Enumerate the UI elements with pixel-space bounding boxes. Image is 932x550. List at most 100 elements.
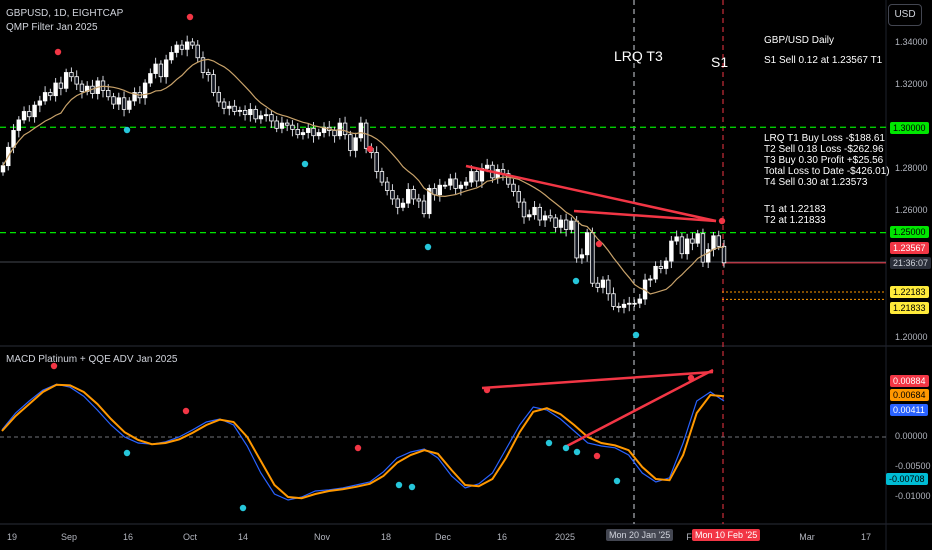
candle-bull <box>358 122 364 139</box>
s1-label: S1 <box>711 54 729 70</box>
candle-bear <box>390 190 395 200</box>
level-badge-1-25: 1.25000 <box>890 226 929 238</box>
trade-line-1: LRQ T1 Buy Loss -$188.61 <box>764 133 885 144</box>
candle-bull <box>153 63 158 74</box>
candle-bear <box>548 215 553 219</box>
buy-signal-dot <box>572 277 580 285</box>
trade-line-3: T3 Buy 0.30 Profit +$25.56 <box>764 155 884 166</box>
candle-bull <box>695 233 700 244</box>
candle-bull <box>684 238 690 255</box>
candle-bear <box>363 122 369 149</box>
candle-bull <box>527 214 532 218</box>
sell-signal-dot <box>718 217 726 225</box>
candle-bull <box>637 298 642 304</box>
candle-bull <box>184 41 190 50</box>
candle-bear <box>27 111 32 118</box>
macd-sell-dot <box>354 444 362 452</box>
candle-bull <box>353 137 358 151</box>
candle-bear <box>537 206 543 221</box>
candle-bear <box>474 171 479 182</box>
candle-bear <box>590 232 595 284</box>
time-label: Dec <box>434 532 452 542</box>
candle-bull <box>169 52 174 61</box>
candle-bull <box>53 82 58 97</box>
candle-bear <box>69 72 74 78</box>
time-label: 14 <box>237 532 249 542</box>
macd-sell-dot <box>182 407 190 415</box>
candle-bull <box>600 279 606 288</box>
candle-bear <box>411 189 416 200</box>
candle-bear <box>521 201 527 218</box>
candle-bull <box>621 303 627 308</box>
macd-badge-qqe: 0.00884 <box>890 375 929 387</box>
candle-bear <box>516 191 521 203</box>
time-label: Oct <box>182 532 198 542</box>
candle-bull <box>0 165 6 173</box>
candle-bull <box>542 215 548 221</box>
candle-bear <box>211 74 216 93</box>
candle-bear <box>242 110 248 116</box>
candle-bear <box>74 76 79 85</box>
trade-line-5: T4 Sell 0.30 at 1.23573 <box>764 177 868 188</box>
candle-bear <box>48 92 53 97</box>
candle-bear <box>190 41 195 46</box>
candle-bear <box>269 114 274 122</box>
chart-canvas[interactable] <box>0 0 932 550</box>
candle-bull <box>632 302 637 305</box>
candle-bear <box>332 130 337 137</box>
macd-buy-dot <box>123 449 131 457</box>
macd-buy-dot <box>613 477 621 485</box>
candle-bull <box>148 73 153 84</box>
candle-bear <box>721 245 727 264</box>
macd-buy-dot <box>545 439 553 447</box>
candle-bull <box>648 278 653 281</box>
time-label: F <box>686 532 692 542</box>
currency-button[interactable]: USD <box>888 4 922 26</box>
time-label: 16 <box>496 532 508 542</box>
candle-bear <box>384 181 390 191</box>
candle-bull <box>558 219 564 228</box>
candle-bull <box>21 111 27 121</box>
macd-buy-dot <box>239 504 247 512</box>
candle-bear <box>311 127 316 137</box>
time-label: 19 <box>6 532 18 542</box>
info-title: GBP/USD Daily <box>764 35 835 46</box>
macd-trendline-upper <box>481 370 714 390</box>
candle-bear <box>395 198 400 208</box>
candle-bull <box>279 122 285 129</box>
candle-bear <box>511 183 516 192</box>
trade-line-2: T2 Sell 0.18 Loss -$262.96 <box>764 144 884 155</box>
sell-signal-dot <box>366 145 374 153</box>
candle-bull <box>16 119 21 131</box>
crosshair-date-lrq: Mon 20 Jan '25 <box>606 529 674 541</box>
candle-bull <box>406 189 411 204</box>
target-t2: T2 at 1.21833 <box>764 215 826 226</box>
candle-bull <box>227 105 232 109</box>
candle-bear <box>606 279 611 295</box>
candle-bear <box>121 97 127 110</box>
crosshair-date-s1: Mon 10 Feb '25 <box>692 529 761 541</box>
candle-bear <box>232 105 237 112</box>
price-tick: 1.34000 <box>895 37 928 47</box>
lrq-t3-label: LRQ T3 <box>614 48 663 64</box>
candle-bull <box>32 104 37 118</box>
macd-badge-macd: 0.00411 <box>890 404 928 416</box>
candle-bull <box>663 260 669 269</box>
time-label: 16 <box>122 532 134 542</box>
macd-buy-dot <box>562 444 570 452</box>
level-badge-1-30: 1.30000 <box>890 122 929 134</box>
price-tick: 1.26000 <box>895 205 928 215</box>
moving-average-line <box>2 58 725 295</box>
candle-bear <box>216 92 221 103</box>
candle-bear <box>348 134 353 151</box>
candle-bear <box>284 122 290 126</box>
price-tick: 1.20000 <box>895 332 928 342</box>
candle-bear <box>595 282 600 288</box>
candle-bull <box>258 115 264 120</box>
candle-bear <box>79 83 85 92</box>
candle-bull <box>437 184 443 196</box>
macd-tick: 0.00000 <box>895 431 928 441</box>
candle-bull <box>163 59 169 78</box>
target-badge-t1: 1.22183 <box>890 286 929 298</box>
macd-badge-low: -0.00708 <box>886 473 928 485</box>
